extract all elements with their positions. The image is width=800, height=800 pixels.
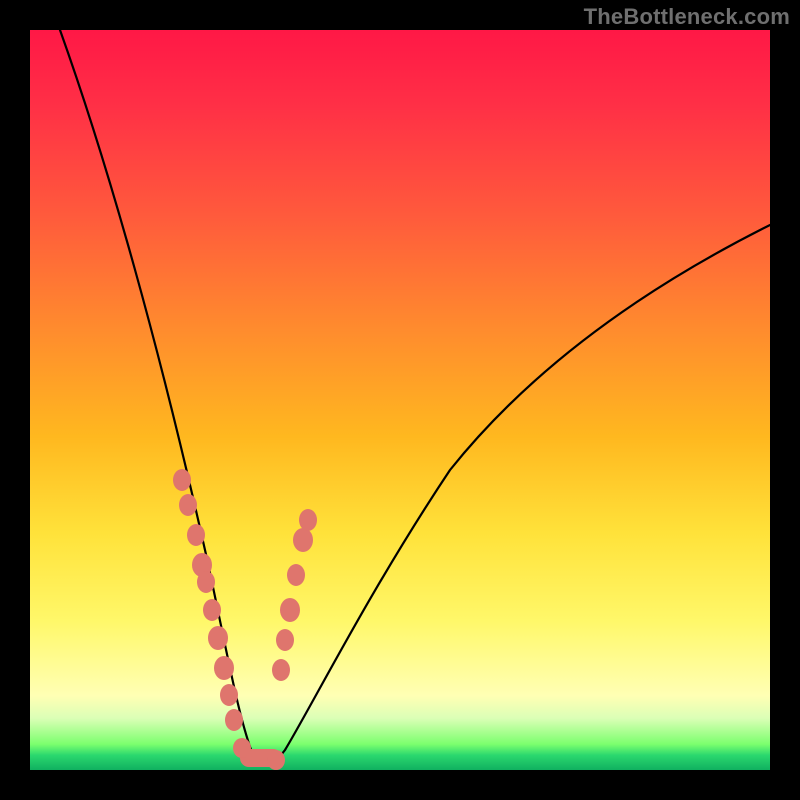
sample-dot [287,564,305,586]
sample-dot [203,599,221,621]
plot-area [30,30,770,770]
sample-dot [293,528,313,552]
sample-dot [280,598,300,622]
sample-dot [225,709,243,731]
sample-dot [220,684,238,706]
sample-dot [179,494,197,516]
sample-dot [208,626,228,650]
chart-overlay [30,30,770,770]
sample-dot [299,509,317,531]
bottleneck-curve [60,30,770,765]
sample-dot [267,750,285,770]
sample-dot [187,524,205,546]
sample-dot [197,571,215,593]
sample-dot [173,469,191,491]
sample-dot [276,629,294,651]
watermark-text: TheBottleneck.com [584,4,790,30]
sample-dot [233,738,251,758]
sample-dot [272,659,290,681]
outer-frame: TheBottleneck.com [0,0,800,800]
sample-dot [214,656,234,680]
